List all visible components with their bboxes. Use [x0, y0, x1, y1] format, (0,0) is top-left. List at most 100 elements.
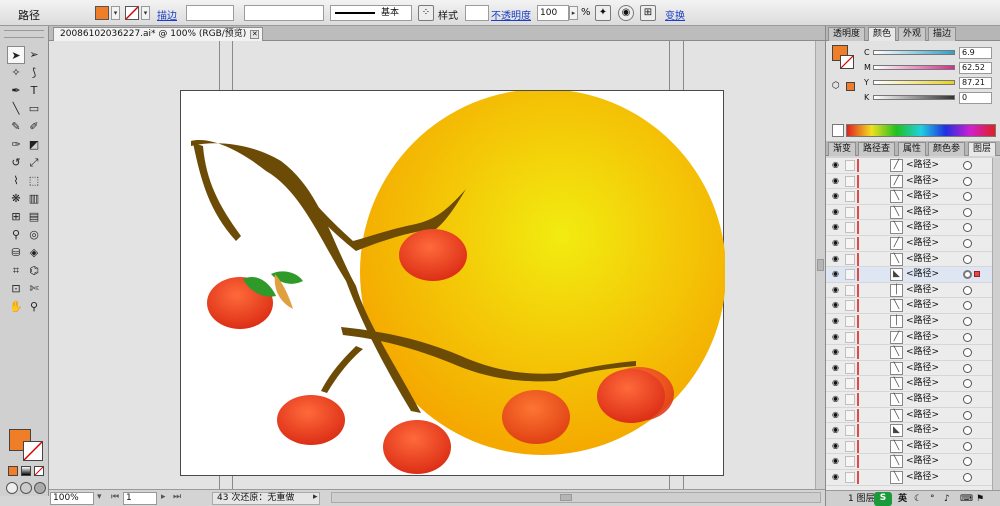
layer-row[interactable]: ◉ ╱ <路径> — [826, 174, 992, 190]
type-icon[interactable]: T — [25, 82, 43, 100]
layer-row[interactable]: ◉ ╲ <路径> — [826, 189, 992, 205]
color-panel-stroke-swatch[interactable] — [840, 55, 854, 69]
stroke-swatch[interactable] — [125, 6, 139, 20]
lock-toggle[interactable] — [845, 160, 855, 171]
rectangle-icon[interactable]: ▭ — [25, 100, 43, 118]
layer-name[interactable]: <路径> — [906, 222, 939, 233]
lock-toggle[interactable] — [845, 175, 855, 187]
visibility-eye-icon[interactable]: ◉ — [832, 457, 842, 465]
page-select[interactable]: 1 — [123, 492, 157, 505]
layer-row[interactable]: ◉ ╲ <路径> — [826, 376, 992, 392]
layer-row[interactable]: ◉ ◣ <路径> — [826, 423, 992, 439]
draw-inside-icon[interactable] — [34, 482, 46, 494]
visibility-eye-icon[interactable]: ◉ — [832, 473, 842, 481]
target-circle-icon[interactable] — [963, 473, 972, 482]
variable-width-select[interactable] — [244, 5, 324, 21]
blob-brush-icon[interactable]: ✑ — [7, 136, 25, 154]
layer-row[interactable]: ◉ ╱ <路径> — [826, 158, 992, 174]
draw-normal-icon[interactable] — [6, 482, 18, 494]
layer-name[interactable]: <路径> — [906, 238, 939, 249]
moon-icon[interactable]: ☾ — [914, 493, 922, 505]
close-tab-icon[interactable]: ✕ — [250, 30, 260, 39]
layer-name[interactable]: <路径> — [906, 394, 939, 405]
opacity-link[interactable]: 不透明度 — [491, 7, 531, 22]
layer-row[interactable]: ◉ ╲ <路径> — [826, 252, 992, 268]
canvas-vertical-scrollbar[interactable] — [815, 41, 825, 489]
layer-name[interactable]: <路径> — [906, 285, 939, 296]
layers-tab[interactable]: 属性 — [898, 142, 927, 156]
target-circle-icon[interactable] — [963, 426, 972, 436]
visibility-eye-icon[interactable]: ◉ — [832, 176, 842, 185]
warp-icon[interactable]: ⌇ — [7, 172, 25, 190]
target-circle-icon[interactable] — [963, 223, 972, 233]
channel-slider[interactable] — [873, 50, 955, 55]
lock-toggle[interactable] — [845, 331, 855, 343]
stroke-link[interactable]: 描边 — [157, 7, 177, 22]
transform-link[interactable]: 变换 — [665, 7, 685, 22]
first-page-icon[interactable]: ⏮ — [111, 492, 119, 505]
layer-row[interactable]: ◉ ╲ <路径> — [826, 345, 992, 361]
shirt-icon[interactable]: ⚑ — [976, 493, 984, 505]
pen-icon[interactable]: ✒ — [7, 82, 25, 100]
opacity-dropdown-icon[interactable]: ▸ — [569, 6, 578, 20]
visibility-eye-icon[interactable]: ◉ — [832, 270, 842, 278]
layer-name[interactable]: <路径> — [906, 316, 939, 327]
visibility-eye-icon[interactable]: ◉ — [832, 301, 842, 309]
layer-row[interactable]: ◉ │ <路径> — [826, 314, 992, 330]
brush-select[interactable]: 基本 — [330, 5, 412, 21]
pencil-icon[interactable]: ✐ — [25, 118, 43, 136]
visibility-eye-icon[interactable]: ◉ — [832, 379, 842, 387]
document-tab[interactable]: 20086102036227.ai* @ 100% (RGB/预览) ✕ — [53, 27, 264, 41]
fill-dropdown-icon[interactable]: ▾ — [111, 6, 120, 20]
target-circle-icon[interactable] — [963, 457, 972, 467]
visibility-eye-icon[interactable]: ◉ — [832, 239, 842, 247]
layer-name[interactable]: <路径> — [906, 456, 939, 467]
direct-selection-icon[interactable]: ➢ — [25, 46, 43, 64]
none-mode-button[interactable] — [34, 466, 44, 476]
out-of-gamut-icon[interactable]: ⬡ — [832, 81, 840, 91]
target-circle-icon[interactable] — [963, 176, 972, 186]
recolor-icon[interactable]: ✦ — [595, 5, 611, 21]
lock-toggle[interactable] — [845, 284, 855, 296]
layer-row[interactable]: ◉ ◣ <路径> — [826, 267, 992, 283]
visibility-eye-icon[interactable]: ◉ — [832, 285, 842, 294]
live-paint-icon[interactable]: ⛁ — [7, 244, 25, 262]
style-options-icon[interactable]: ⁘ — [418, 5, 434, 21]
target-circle-icon[interactable] — [963, 395, 972, 404]
visibility-eye-icon[interactable]: ◉ — [832, 223, 842, 231]
lock-toggle[interactable] — [845, 440, 855, 452]
lock-toggle[interactable] — [845, 472, 855, 483]
none-color-swatch[interactable] — [832, 124, 844, 137]
stroke-dropdown-icon[interactable]: ▾ — [141, 6, 150, 20]
ime-mode-label[interactable]: 英 — [898, 493, 907, 505]
channel-value-input[interactable]: 0 — [959, 92, 992, 104]
lock-toggle[interactable] — [845, 394, 855, 405]
target-circle-icon[interactable] — [963, 441, 972, 451]
visibility-eye-icon[interactable]: ◉ — [832, 441, 842, 450]
channel-slider[interactable] — [873, 65, 955, 70]
visibility-eye-icon[interactable]: ◉ — [832, 426, 842, 434]
layer-name[interactable]: <路径> — [906, 332, 939, 343]
channel-slider[interactable] — [873, 95, 955, 100]
layers-tab[interactable]: 图层 — [968, 142, 997, 156]
lasso-icon[interactable]: ⟆ — [25, 64, 43, 82]
mesh-icon[interactable]: ⊞ — [7, 208, 25, 226]
color-tab[interactable]: 外观 — [898, 27, 927, 41]
layer-row[interactable]: ◉ ╲ <路径> — [826, 408, 992, 424]
visibility-eye-icon[interactable]: ◉ — [832, 317, 842, 325]
ime-logo-icon[interactable]: S — [874, 492, 892, 506]
target-circle-icon[interactable] — [963, 285, 972, 295]
target-circle-icon[interactable] — [963, 332, 972, 342]
layer-row[interactable]: ◉ ╱ <路径> — [826, 236, 992, 252]
layer-name[interactable]: <路径> — [906, 160, 939, 171]
next-page-icon[interactable]: ▸ — [161, 492, 166, 505]
layer-name[interactable]: <路径> — [906, 300, 939, 311]
channel-value-input[interactable]: 62.52 — [959, 62, 992, 74]
visibility-eye-icon[interactable]: ◉ — [832, 192, 842, 200]
align-icon[interactable]: ⊞ — [640, 5, 656, 21]
status-menu-icon[interactable]: ▸ — [313, 492, 318, 505]
opacity-input[interactable]: 100 — [537, 5, 569, 21]
lock-toggle[interactable] — [845, 269, 855, 281]
layer-name[interactable]: <路径> — [906, 207, 939, 218]
scroll-thumb[interactable] — [817, 259, 824, 271]
